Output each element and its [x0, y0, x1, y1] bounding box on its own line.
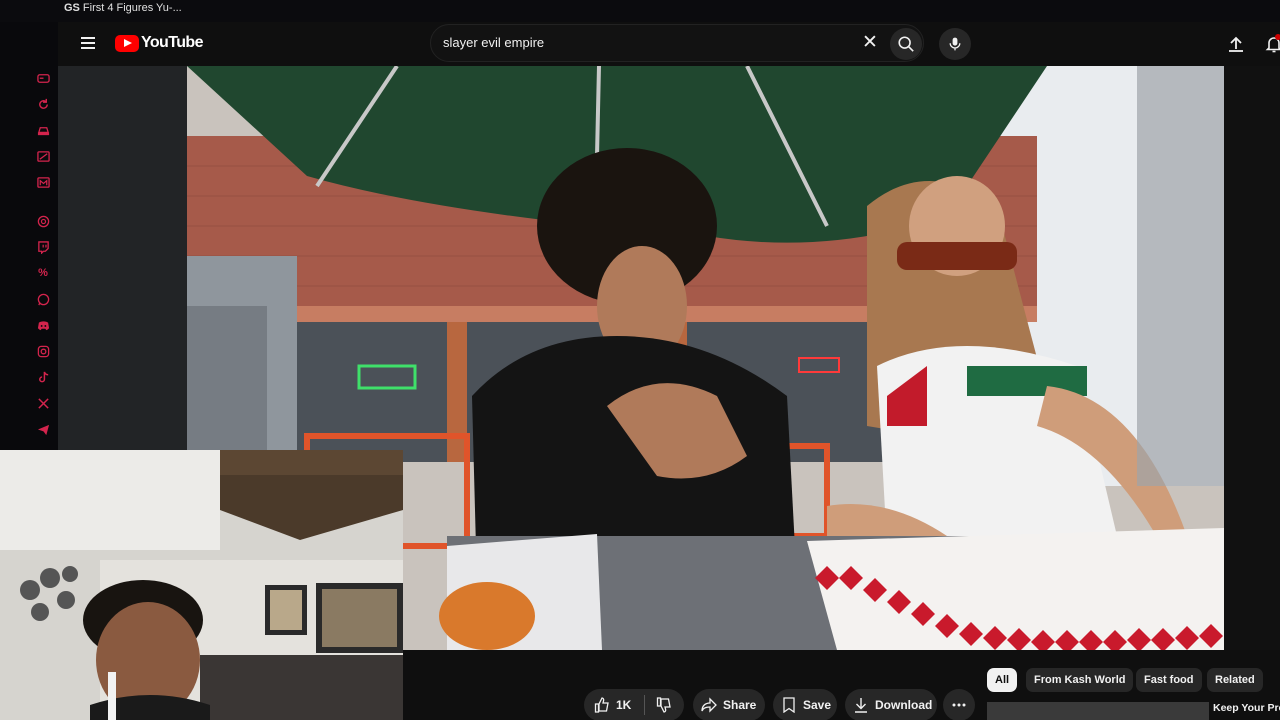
mic-icon	[949, 37, 961, 51]
like-count: 1K	[616, 698, 632, 712]
share-button[interactable]: Share	[693, 689, 765, 720]
dislike-button[interactable]	[645, 689, 683, 720]
chip-fast-food[interactable]: Fast food	[1136, 668, 1202, 692]
save-label: Save	[803, 698, 832, 712]
recommendation-thumbnail[interactable]	[987, 702, 1209, 720]
openai-icon[interactable]	[36, 214, 50, 228]
gamepad-icon[interactable]	[36, 71, 50, 85]
more-horizontal-icon	[952, 703, 966, 707]
share-icon	[701, 697, 717, 713]
clear-search-icon[interactable]: ✕	[860, 33, 880, 53]
window-titlebar: GS First 4 Figures Yu-...	[0, 0, 1280, 22]
search-box[interactable]: slayer evil empire	[430, 24, 924, 62]
discord-icon[interactable]	[36, 318, 50, 332]
percent-icon[interactable]: %	[36, 266, 50, 280]
chip-related[interactable]: Related	[1207, 668, 1263, 692]
search-icon	[898, 36, 914, 52]
tab-title: First 4 Figures Yu-...	[82, 2, 182, 14]
menu-icon[interactable]	[78, 34, 98, 54]
youtube-play-icon	[115, 34, 139, 52]
twitch-icon[interactable]	[36, 240, 50, 254]
save-button[interactable]: Save	[773, 689, 837, 720]
download-icon	[855, 698, 867, 713]
search-input[interactable]: slayer evil empire	[443, 35, 823, 50]
refresh-icon[interactable]	[36, 97, 50, 111]
more-actions-button[interactable]	[943, 689, 975, 720]
download-label: Download	[875, 698, 933, 712]
webcam-overlay	[0, 450, 403, 720]
thumbs-up-icon	[594, 697, 609, 713]
whatsapp-icon[interactable]	[36, 292, 50, 306]
chip-from-kash-world[interactable]: From Kash World	[1026, 668, 1134, 692]
share-label: Share	[723, 698, 757, 712]
instagram-icon[interactable]	[36, 344, 50, 358]
create-button[interactable]	[1226, 34, 1246, 54]
thumbs-down-icon	[656, 697, 671, 713]
logo-text: YouTube	[141, 34, 203, 51]
video-right-gutter	[1224, 66, 1280, 650]
x-icon[interactable]	[36, 396, 50, 410]
mail-icon[interactable]	[36, 175, 50, 189]
voice-search-button[interactable]	[939, 28, 971, 60]
youtube-header: YouTube slayer evil empire ✕	[58, 22, 1280, 66]
notification-badge	[1275, 34, 1280, 40]
upload-icon	[1229, 36, 1243, 52]
bookmark-icon	[783, 697, 795, 713]
download-button[interactable]: Download	[845, 689, 937, 720]
telegram-icon[interactable]	[36, 422, 50, 436]
tab-favicon-text: GS	[64, 2, 80, 14]
tag-icon[interactable]	[36, 149, 50, 163]
search-button[interactable]	[890, 28, 922, 60]
youtube-logo[interactable]: YouTube	[115, 34, 203, 52]
car-icon[interactable]	[36, 123, 50, 137]
recommendation-title[interactable]: Keep Your Pro	[1213, 702, 1280, 714]
stream-sidebar: %	[0, 22, 58, 450]
like-button[interactable]: 1K	[584, 689, 644, 720]
tiktok-icon[interactable]	[36, 370, 50, 384]
video-actions-bar: 1K Share Save Download All From Kash Wor…	[403, 650, 1280, 720]
screen: GS First 4 Figures Yu-... % YouTube slaye…	[0, 0, 1280, 720]
like-dislike-group: 1K	[584, 689, 684, 720]
chip-all[interactable]: All	[987, 668, 1018, 692]
browser-tab[interactable]: GS First 4 Figures Yu-...	[64, 2, 182, 14]
